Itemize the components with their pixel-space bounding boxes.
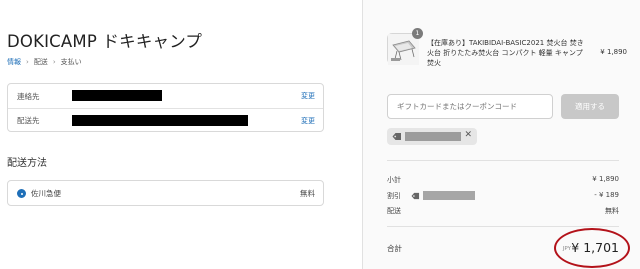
chevron-right-icon: › xyxy=(52,58,56,66)
product-price: ¥ 1,890 xyxy=(600,48,627,56)
subtotal-value: ¥ 1,890 xyxy=(592,175,619,183)
divider xyxy=(387,226,619,227)
shipping-value: 無料 xyxy=(605,207,619,215)
discount-row: 割引 - ¥ 189 xyxy=(387,191,619,203)
tag-icon xyxy=(411,192,420,200)
subtotal-label: 小計 xyxy=(387,176,401,184)
subtotal-row: 小計 ¥ 1,890 xyxy=(387,175,619,187)
ship-to-value-redacted xyxy=(72,115,248,126)
breadcrumb-payment: 支払い xyxy=(60,58,82,66)
divider xyxy=(387,160,619,161)
ship-to-label: 配送先 xyxy=(17,116,40,125)
checkout-main-panel: DOKICAMP ドキキャンプ 情報 › 配送 › 支払い 連絡先 変更 配送先… xyxy=(0,0,362,269)
breadcrumb: 情報 › 配送 › 支払い xyxy=(7,57,82,67)
ship-to-row: 配送先 変更 xyxy=(8,108,323,132)
contact-label: 連絡先 xyxy=(17,91,40,101)
tag-icon xyxy=(392,133,401,140)
breadcrumb-shipping: 配送 xyxy=(33,58,48,66)
review-info-box: 連絡先 変更 配送先 変更 xyxy=(7,83,324,132)
discount-code-redacted xyxy=(405,132,461,141)
discount-code-redacted xyxy=(423,191,475,200)
close-icon[interactable]: ✕ xyxy=(464,130,472,140)
shipping-option-radio[interactable] xyxy=(17,189,26,198)
applied-discount-chip: ✕ xyxy=(387,128,477,145)
contact-value-redacted xyxy=(72,90,162,101)
apply-coupon-button[interactable]: 適用する xyxy=(561,94,619,119)
shipping-method-title: 配送方法 xyxy=(7,158,47,169)
change-contact-link[interactable]: 変更 xyxy=(301,91,315,101)
discount-label: 割引 xyxy=(387,192,401,200)
change-address-link[interactable]: 変更 xyxy=(301,116,315,126)
discount-value: - ¥ 189 xyxy=(594,191,619,199)
shipping-option[interactable]: 佐川急便 無料 xyxy=(7,180,324,206)
breadcrumb-info[interactable]: 情報 xyxy=(7,57,21,67)
shop-title: DOKICAMP ドキキャンプ xyxy=(7,32,203,51)
fire-pit-image-icon xyxy=(388,34,419,65)
product-name: 【在庫あり】TAKIBIDAI-BASIC2021 焚火台 焚き火台 折りたたみ… xyxy=(427,39,584,67)
coupon-input[interactable] xyxy=(387,94,553,119)
contact-row: 連絡先 変更 xyxy=(8,84,323,108)
highlight-ring-annotation xyxy=(554,228,630,268)
chevron-right-icon: › xyxy=(26,58,29,66)
shipping-label: 配送 xyxy=(387,207,401,215)
quantity-badge: 1 xyxy=(412,28,423,39)
shipping-option-name: 佐川急便 xyxy=(31,188,61,198)
total-label: 合計 xyxy=(387,244,402,253)
shipping-option-price: 無料 xyxy=(300,188,315,198)
shipping-row: 配送 無料 xyxy=(387,206,619,218)
